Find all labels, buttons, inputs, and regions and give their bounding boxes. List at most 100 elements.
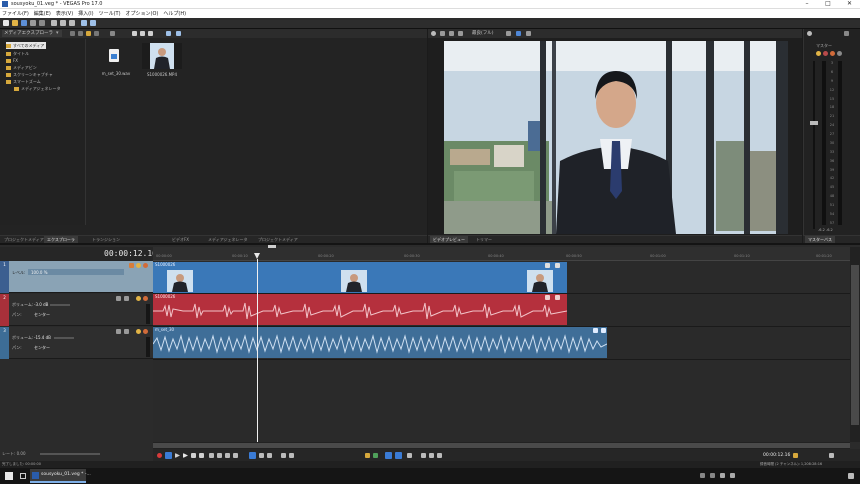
mute-icon[interactable]: [136, 296, 141, 301]
event-menu-icon[interactable]: [601, 328, 606, 333]
tree-item-media-bins[interactable]: メディアビン: [6, 64, 37, 71]
solo-icon[interactable]: [143, 329, 148, 334]
selection-length-icon[interactable]: [793, 453, 798, 458]
save-snapshot-icon[interactable]: [516, 31, 521, 36]
record-icon[interactable]: [157, 453, 162, 458]
stop-icon[interactable]: [199, 453, 204, 458]
close-button[interactable]: ✕: [839, 0, 860, 9]
tree-item-titles[interactable]: タイトル: [6, 50, 29, 57]
menu-tools[interactable]: ツール(T): [99, 10, 121, 17]
event-fx-icon[interactable]: [545, 263, 550, 268]
automation-icon[interactable]: [124, 296, 129, 301]
render-icon[interactable]: [30, 20, 36, 26]
menu-options[interactable]: オプション(O): [126, 10, 159, 17]
network-icon[interactable]: [720, 473, 725, 478]
tree-item-fx[interactable]: FX: [6, 57, 18, 64]
loop-region-marker[interactable]: [268, 245, 276, 248]
overlay-icon[interactable]: [458, 31, 463, 36]
video-event-clip[interactable]: S1000026: [153, 262, 567, 293]
menu-help[interactable]: ヘルプ(H): [163, 10, 186, 17]
undo-icon[interactable]: [81, 20, 87, 26]
play-preview-icon[interactable]: [132, 31, 137, 36]
fx-icon[interactable]: [129, 263, 134, 268]
go-to-start-icon[interactable]: [209, 453, 214, 458]
copy-snapshot-icon[interactable]: [506, 31, 511, 36]
auto-ripple-icon[interactable]: [395, 452, 402, 459]
mute-icon[interactable]: [816, 51, 821, 56]
menu-edit[interactable]: 編集(E): [34, 10, 51, 17]
menu-insert[interactable]: 挿入(I): [78, 10, 93, 17]
delete-icon[interactable]: [110, 31, 115, 36]
lock-icon[interactable]: [407, 453, 412, 458]
gear-icon[interactable]: [807, 31, 812, 36]
prev-frame-icon[interactable]: [225, 453, 230, 458]
back-icon[interactable]: [70, 31, 75, 36]
redo-icon[interactable]: [90, 20, 96, 26]
trim-tool-icon[interactable]: [289, 453, 294, 458]
start-icon[interactable]: [5, 472, 13, 480]
event-menu-icon[interactable]: [555, 263, 560, 268]
volume-icon[interactable]: [730, 473, 735, 478]
fx-icon[interactable]: [823, 51, 828, 56]
file-item-video[interactable]: S1000026.MP4: [139, 43, 185, 81]
solo-icon[interactable]: [143, 296, 148, 301]
next-frame-icon[interactable]: [233, 453, 238, 458]
external-monitor-icon[interactable]: [526, 31, 531, 36]
tray-icon[interactable]: [700, 473, 705, 478]
task-view-icon[interactable]: [20, 473, 26, 479]
envelope-tool-icon[interactable]: [259, 453, 264, 458]
explorer-location-dropdown[interactable]: メディアエクスプローラ: [2, 30, 62, 37]
crossfade-icon[interactable]: [421, 453, 426, 458]
notification-icon[interactable]: [848, 473, 854, 479]
fx-icon[interactable]: [116, 329, 121, 334]
zoom-icon[interactable]: [176, 31, 181, 36]
cut-icon[interactable]: [51, 20, 57, 26]
preview-quality-dropdown[interactable]: 最良(フル): [472, 30, 494, 36]
auto-crossfade-icon[interactable]: [429, 453, 434, 458]
tree-item-screen-capture[interactable]: スクリーンキャプチャ: [6, 71, 53, 78]
fader-handle[interactable]: [810, 121, 818, 125]
menu-view[interactable]: 表示(V): [56, 10, 73, 17]
play-icon[interactable]: [183, 453, 188, 458]
volume-slider[interactable]: [50, 304, 70, 306]
split-screen-icon[interactable]: [449, 31, 454, 36]
maximize-button[interactable]: □: [818, 0, 838, 9]
event-fx-icon[interactable]: [545, 295, 550, 300]
snap-icon[interactable]: [385, 452, 392, 459]
tray-icon[interactable]: [710, 473, 715, 478]
file-item-audio[interactable]: m_set_30.wav: [101, 47, 130, 81]
minimize-button[interactable]: –: [797, 0, 817, 9]
track-header-audio-2[interactable]: 2 ボリューム: -3.0 dB パン: センター: [0, 294, 153, 326]
copy-icon[interactable]: [60, 20, 66, 26]
mute-icon[interactable]: [136, 329, 141, 334]
event-fx-icon[interactable]: [593, 328, 598, 333]
automation-icon[interactable]: [837, 51, 842, 56]
solo-icon[interactable]: [830, 51, 835, 56]
horizontal-scrollbar-thumb[interactable]: [153, 443, 850, 448]
open-icon[interactable]: [12, 20, 18, 26]
loop-icon[interactable]: [165, 452, 172, 459]
refresh-icon[interactable]: [94, 31, 99, 36]
play-from-start-icon[interactable]: [175, 453, 180, 458]
track-header-audio-3[interactable]: 3 ボリューム: -15.4 dB パン: センター: [0, 327, 153, 359]
tree-item-all-media[interactable]: すべてのメディア: [6, 42, 47, 49]
rate-slider[interactable]: [40, 453, 100, 455]
auto-preview-icon[interactable]: [148, 31, 153, 36]
zoom-in-icon[interactable]: [829, 453, 834, 458]
solo-icon[interactable]: [143, 263, 148, 268]
marker-icon[interactable]: [365, 453, 370, 458]
tree-item-media-generators[interactable]: メディアジェネレータ: [14, 85, 61, 92]
menu-file[interactable]: ファイル(F): [2, 10, 29, 17]
region-icon[interactable]: [373, 453, 378, 458]
ignore-grouping-icon[interactable]: [437, 453, 442, 458]
audio-event-clip[interactable]: m_set_30: [153, 327, 607, 358]
taskbar-app-button[interactable]: sousyoku_01.veg * -...: [30, 469, 91, 483]
selection-tool-icon[interactable]: [267, 453, 272, 458]
tree-item-smart-zoom[interactable]: スマートズーム: [6, 78, 41, 85]
views-icon[interactable]: [166, 31, 171, 36]
folder-up-icon[interactable]: [86, 31, 91, 36]
preview-fx-icon[interactable]: [440, 31, 445, 36]
mixer-menu-icon[interactable]: [844, 31, 849, 36]
automation-icon[interactable]: [124, 329, 129, 334]
volume-slider[interactable]: [54, 337, 74, 339]
